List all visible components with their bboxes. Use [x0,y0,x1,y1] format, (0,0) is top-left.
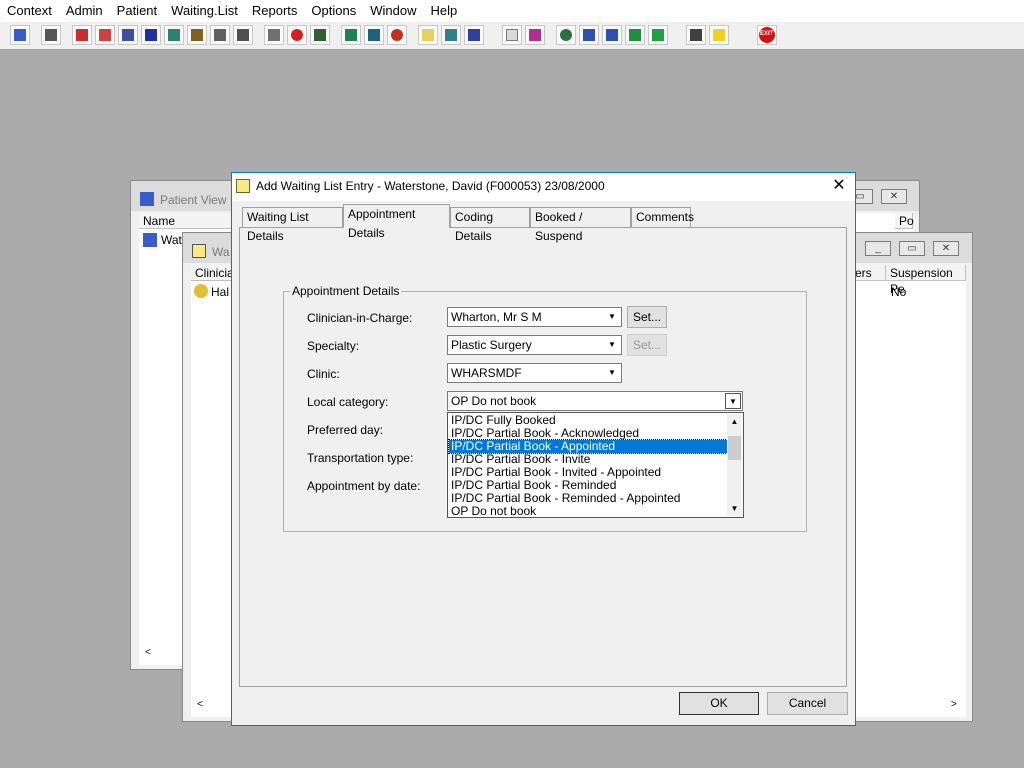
group-title: Appointment Details [290,284,402,298]
bar-chart-icon[interactable] [525,25,545,45]
restore-button[interactable]: ▭ [899,241,925,256]
column-header-clinician[interactable]: Clinicia [191,265,236,281]
local-category-value: OP Do not book [451,394,537,408]
patient-icon[interactable] [10,25,30,45]
chevron-down-icon[interactable]: ▼ [727,501,742,516]
menu-admin[interactable]: Admin [59,0,110,22]
waiting-row-icon [194,284,208,298]
patient-row-icon [143,233,157,247]
column-header-po[interactable]: Po [895,213,914,229]
checklist-icon[interactable] [579,25,599,45]
scroll-left-arrow[interactable]: < [145,647,151,658]
menu-bar: Context Admin Patient Waiting.List Repor… [0,0,1024,22]
clinic-label: Clinic: [307,367,340,381]
close-icon[interactable]: ✕ [829,176,849,196]
chevron-down-icon[interactable]: ▼ [604,365,620,381]
waiting-list-title: Wa [212,245,230,259]
clinic-select[interactable]: WHARSMDF ▼ [447,363,622,383]
specialty-select[interactable]: Plastic Surgery ▼ [447,335,622,355]
menu-waiting-list[interactable]: Waiting.List [164,0,245,22]
patient-view-icon [140,192,154,206]
transportation-type-label: Transportation type: [307,451,414,465]
printer-icon[interactable] [41,25,61,45]
patient-view-title: Patient View : [160,193,234,207]
column-header-ers[interactable]: ers [851,265,886,281]
checklist-edit-icon[interactable] [602,25,622,45]
dropdown-scrollbar[interactable]: ▲ ▼ [727,414,742,516]
chevron-down-icon[interactable]: ▼ [604,309,620,325]
scrollbar-thumb[interactable] [728,436,741,460]
exit-label: EXIT [760,31,774,37]
menu-context[interactable]: Context [0,0,59,22]
suspension-value: No [891,285,907,299]
dialog-title: Add Waiting List Entry - Waterstone, Dav… [256,179,605,193]
notes-icon[interactable] [187,25,207,45]
dialog-titlebar[interactable]: Add Waiting List Entry - Waterstone, Dav… [232,173,855,201]
menu-help[interactable]: Help [423,0,464,22]
preferred-day-label: Preferred day: [307,423,384,437]
checklist-down-icon[interactable] [625,25,645,45]
transfer-icon[interactable] [686,25,706,45]
calendar-icon[interactable] [341,25,361,45]
minimize-button[interactable]: _ [865,241,891,256]
clinician-set-button[interactable]: Set... [627,306,667,328]
bed-icon[interactable] [441,25,461,45]
menu-reports[interactable]: Reports [245,0,305,22]
menu-window[interactable]: Window [363,0,423,22]
warning-icon[interactable] [709,25,729,45]
ok-button[interactable]: OK [679,692,759,715]
tab-waiting-list-details[interactable]: Waiting List Details [242,207,343,243]
scroll-right-arrow[interactable]: > [951,699,957,710]
records-icon[interactable] [118,25,138,45]
column-header-suspension[interactable]: Suspension Pe [886,265,966,296]
clock-icon[interactable] [287,25,307,45]
clinician-select[interactable]: Wharton, Mr S M ▼ [447,307,622,327]
column-header-name[interactable]: Name [139,213,239,229]
edit-book-icon[interactable] [95,25,115,45]
chevron-down-icon[interactable]: ▼ [604,337,620,353]
appointment-by-date-label: Appointment by date: [307,479,421,493]
m-icon[interactable] [141,25,161,45]
search-record-icon[interactable] [264,25,284,45]
dropdown-option[interactable]: OP Do not book [449,505,729,518]
exit-icon[interactable]: EXIT [757,25,777,45]
checklist-transfer-icon[interactable] [648,25,668,45]
tab-appointment-details[interactable]: Appointment Details [343,204,450,240]
timer-icon[interactable] [387,25,407,45]
globe-icon[interactable] [556,25,576,45]
clinic-value: WHARSMDF [451,366,522,380]
clinician-value: Wharton, Mr S M [451,310,542,324]
ambulance-icon[interactable] [210,25,230,45]
local-category-label: Local category: [307,395,389,409]
clinician-label: Clinician-in-Charge: [307,311,413,325]
transport-icon[interactable] [464,25,484,45]
close-button[interactable]: ✕ [881,189,907,204]
local-category-dropdown[interactable]: IP/DC Fully Booked IP/DC Partial Book - … [447,412,744,518]
scroll-left-arrow[interactable]: < [197,699,203,710]
specialty-value: Plastic Surgery [451,338,532,352]
local-category-select[interactable]: OP Do not book ▼ [447,391,743,411]
cancel-button[interactable]: Cancel [767,692,848,715]
menu-options[interactable]: Options [304,0,363,22]
waiting-row[interactable]: Hal [211,285,229,299]
specialty-label: Specialty: [307,339,360,353]
waiting-list-entry-icon [236,179,250,193]
tab-booked-suspend[interactable]: Booked / Suspend [530,207,631,243]
document-icon[interactable] [502,25,522,45]
book-icon[interactable] [72,25,92,45]
tab-comments[interactable]: Comments [631,207,694,227]
waiting-list-icon[interactable] [418,25,438,45]
calendar-edit-icon[interactable] [364,25,384,45]
vehicle-icon[interactable] [233,25,253,45]
close-button[interactable]: ✕ [933,241,959,256]
doctor-icon[interactable] [164,25,184,45]
chevron-down-icon[interactable]: ▼ [725,393,741,409]
chevron-up-icon[interactable]: ▲ [727,414,742,429]
specialty-set-button: Set... [627,334,667,356]
waiting-list-window-icon [192,244,206,258]
monitor-icon[interactable] [310,25,330,45]
tab-coding-details[interactable]: Coding Details [450,207,530,243]
toolbar: EXIT [0,22,1024,50]
menu-patient[interactable]: Patient [110,0,164,22]
